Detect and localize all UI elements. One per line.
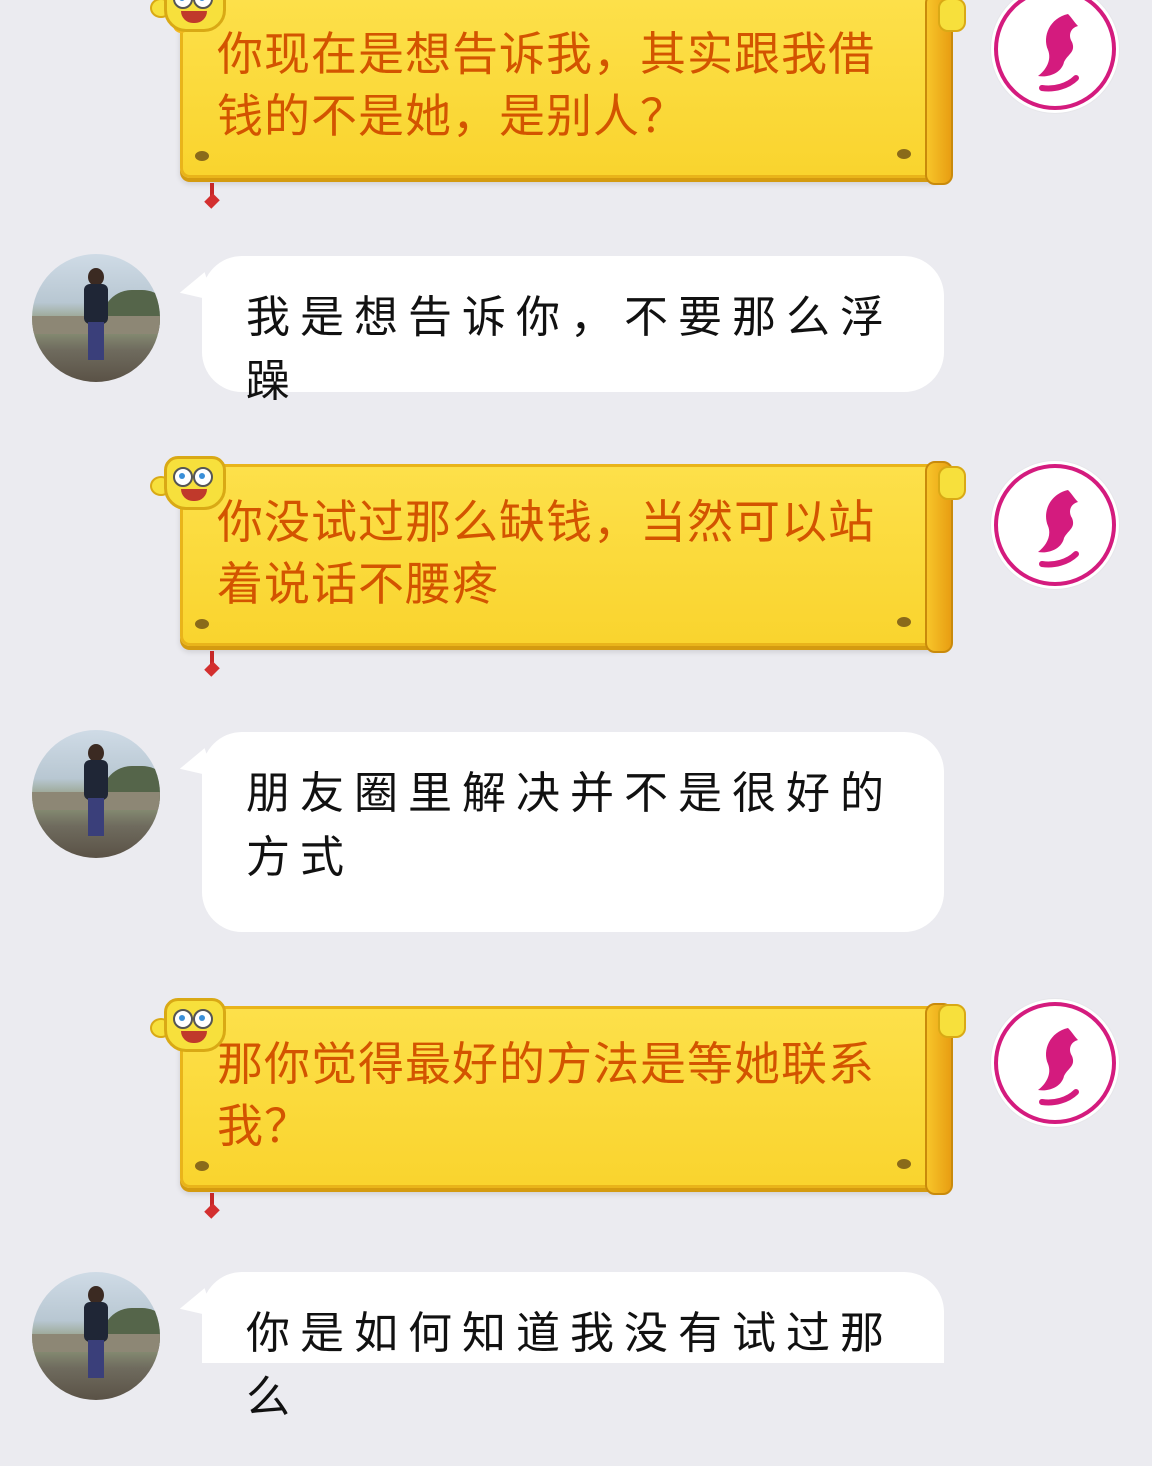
message-bubble-other-6[interactable]: 你是如何知道我没有试过那么: [202, 1272, 944, 1423]
thumbs-up-icon: [930, 998, 970, 1042]
woman-profile-icon: [1038, 490, 1079, 568]
other-avatar[interactable]: [32, 1272, 160, 1400]
woman-profile-icon: [1038, 14, 1079, 92]
thumbs-up-icon: [930, 0, 970, 36]
tassel-icon: [207, 651, 217, 677]
thumbs-up-icon: [930, 460, 970, 504]
self-avatar[interactable]: [994, 1002, 1116, 1124]
message-text: 那你觉得最好的方法是等她联系我？: [217, 1037, 875, 1153]
message-bubble-self-5[interactable]: 那你觉得最好的方法是等她联系我？: [173, 1003, 953, 1207]
person-photo-icon: [82, 268, 110, 360]
other-avatar[interactable]: [32, 254, 160, 382]
spongebob-sticker-icon: [150, 990, 230, 1052]
message-text: 我是想告诉你，不要那么浮躁: [246, 292, 894, 407]
tassel-icon: [207, 183, 217, 209]
self-avatar[interactable]: [994, 464, 1116, 586]
message-bubble-self-3[interactable]: 你没试过那么缺钱，当然可以站着说话不腰疼: [173, 461, 953, 665]
message-bubble-other-4[interactable]: 朋友圈里解决并不是很好的方式: [202, 732, 944, 932]
tassel-icon: [207, 1193, 217, 1219]
person-photo-icon: [82, 1286, 110, 1378]
woman-profile-icon: [1038, 1028, 1079, 1106]
self-avatar[interactable]: [994, 0, 1116, 110]
spongebob-sticker-icon: [150, 0, 230, 32]
message-text: 你没试过那么缺钱，当然可以站着说话不腰疼: [217, 495, 875, 611]
message-bubble-self-1[interactable]: 你现在是想告诉我，其实跟我借钱的不是她，是别人？: [173, 0, 953, 197]
person-photo-icon: [82, 744, 110, 836]
message-text: 朋友圈里解决并不是很好的方式: [246, 768, 894, 883]
message-text: 你是如何知道我没有试过那么: [246, 1308, 894, 1423]
message-bubble-other-2[interactable]: 我是想告诉你，不要那么浮躁: [202, 256, 944, 407]
message-text: 你现在是想告诉我，其实跟我借钱的不是她，是别人？: [217, 27, 875, 143]
other-avatar[interactable]: [32, 730, 160, 858]
spongebob-sticker-icon: [150, 448, 230, 510]
